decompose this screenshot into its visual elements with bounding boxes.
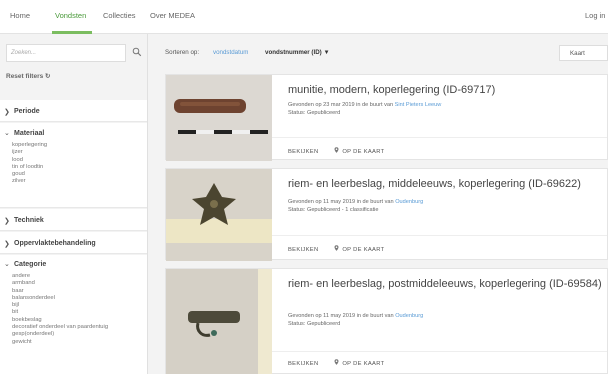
sort-by-number-link[interactable]: vondstnummer (ID) ▼ <box>265 49 330 56</box>
result-title[interactable]: munitie, modern, koperlegering (ID-69717… <box>288 83 606 98</box>
nav-vondsten[interactable]: Vondsten <box>55 11 86 20</box>
chevron-right-icon: ❯ <box>4 109 10 116</box>
facet-option[interactable]: zilver <box>12 178 47 185</box>
sort-bar: Sorteren op: vondstdatum vondstnummer (I… <box>149 34 608 72</box>
facet-option[interactable]: koperlegering <box>12 142 47 149</box>
top-navigation: Home Vondsten Collecties Over MEDEA Log … <box>0 0 608 34</box>
nav-home[interactable]: Home <box>10 11 30 20</box>
map-pin-icon <box>334 245 339 251</box>
facet-option[interactable]: andere <box>12 273 108 280</box>
reset-filters-button[interactable]: Reset filters ↻ <box>6 72 50 80</box>
map-link[interactable]: OP DE KAART <box>334 359 384 367</box>
place-link[interactable]: Oudenburg <box>395 199 423 205</box>
found-text: Gevonden op 11 may 2019 in de buurt van <box>288 313 396 319</box>
search-icon[interactable] <box>132 47 142 57</box>
chevron-down-icon[interactable]: ⌄ <box>4 129 10 137</box>
status-text: Status: Gepubliceerd - 1 classificatie <box>288 206 379 213</box>
divider <box>272 137 607 138</box>
found-text: Gevonden op 23 mar 2019 in de buurt van <box>288 102 395 108</box>
facet-option[interactable]: decoratief onderdeel van paardentuig <box>12 324 108 331</box>
chevron-down-icon[interactable]: ⌄ <box>4 260 10 268</box>
map-view-button[interactable]: Kaart <box>559 45 608 61</box>
place-link[interactable]: Sint Pieters Leeuw <box>395 102 442 108</box>
find-photo[interactable] <box>166 269 272 374</box>
results-area: Sorteren op: vondstdatum vondstnummer (I… <box>149 34 608 374</box>
facet-materiaal: ⌄ Materiaal koperlegering ijzer lood tin… <box>0 123 147 208</box>
facet-option[interactable]: baar <box>12 288 108 295</box>
result-meta: Gevonden op 23 mar 2019 in de buurt van … <box>288 102 441 117</box>
result-meta: Gevonden op 11 may 2019 in de buurt van … <box>288 199 423 214</box>
chevron-right-icon: ❯ <box>4 241 10 248</box>
facet-periode[interactable]: ❯ Periode <box>0 100 147 122</box>
facet-title[interactable]: Categorie <box>14 261 46 268</box>
divider <box>272 235 607 236</box>
facet-option[interactable]: bit <box>12 309 108 316</box>
status-text: Status: Gepubliceerd <box>288 109 341 116</box>
found-text: Gevonden op 11 may 2019 in de buurt van <box>288 199 396 205</box>
facet-options: andere armband baar balansonderdeel bijl… <box>12 273 108 346</box>
facet-option[interactable]: goud <box>12 171 47 178</box>
status-text: Status: Gepubliceerd <box>288 320 341 327</box>
divider <box>272 351 607 352</box>
map-pin-icon <box>334 147 339 153</box>
facet-option[interactable]: boekbeslag <box>12 317 108 324</box>
map-link[interactable]: OP DE KAART <box>334 147 384 155</box>
map-link[interactable]: OP DE KAART <box>334 245 384 253</box>
facet-option[interactable]: armband <box>12 280 108 287</box>
facet-option[interactable]: gesp(onderdeel) <box>12 331 108 338</box>
result-meta: Gevonden op 11 may 2019 in de buurt van … <box>288 313 423 328</box>
facet-options: koperlegering ijzer lood tin of loodtin … <box>12 142 47 186</box>
facet-option[interactable]: lood <box>12 157 47 164</box>
result-card: riem- en leerbeslag, middeleeuws, koperl… <box>165 168 608 261</box>
result-title[interactable]: riem- en leerbeslag, postmiddeleeuws, ko… <box>288 277 606 292</box>
result-card: riem- en leerbeslag, postmiddeleeuws, ko… <box>165 268 608 374</box>
facet-option[interactable]: tin of loodtin <box>12 164 47 171</box>
view-button[interactable]: BEKIJKEN <box>288 149 318 155</box>
result-title[interactable]: riem- en leerbeslag, middeleeuws, koperl… <box>288 177 606 192</box>
facet-techniek[interactable]: ❯ Techniek <box>0 209 147 231</box>
facet-title: Oppervlaktebehandeling <box>14 240 96 247</box>
result-card: munitie, modern, koperlegering (ID-69717… <box>165 74 608 161</box>
find-photo[interactable] <box>166 75 272 161</box>
facet-oppervlaktebehandeling[interactable]: ❯ Oppervlaktebehandeling <box>0 232 147 254</box>
facet-option[interactable]: bijl <box>12 302 108 309</box>
sort-by-date-link[interactable]: vondstdatum <box>213 49 248 56</box>
result-actions: BEKIJKEN OP DE KAART <box>288 147 384 155</box>
search-input[interactable]: Zoeken... <box>6 44 126 62</box>
find-photo[interactable] <box>166 169 272 261</box>
facet-option[interactable]: ijzer <box>12 149 47 156</box>
facet-option[interactable]: gewicht <box>12 339 108 346</box>
facet-option[interactable]: balansonderdeel <box>12 295 108 302</box>
facet-title[interactable]: Materiaal <box>14 130 44 137</box>
facet-title: Periode <box>14 108 40 115</box>
view-button[interactable]: BEKIJKEN <box>288 361 318 367</box>
nav-collecties[interactable]: Collecties <box>103 11 136 20</box>
map-pin-icon <box>334 359 339 365</box>
chevron-right-icon: ❯ <box>4 218 10 225</box>
view-button[interactable]: BEKIJKEN <box>288 247 318 253</box>
filter-sidebar: Zoeken... Reset filters ↻ ❯ Periode ⌄ Ma… <box>0 34 148 374</box>
result-actions: BEKIJKEN OP DE KAART <box>288 245 384 253</box>
sort-label: Sorteren op: <box>165 49 200 56</box>
result-actions: BEKIJKEN OP DE KAART <box>288 359 384 367</box>
login-link[interactable]: Log in <box>585 11 605 20</box>
nav-over-medea[interactable]: Over MEDEA <box>150 11 195 20</box>
facet-title: Techniek <box>14 217 44 224</box>
place-link[interactable]: Oudenburg <box>395 313 423 319</box>
facet-categorie: ⌄ Categorie andere armband baar balanson… <box>0 255 147 374</box>
